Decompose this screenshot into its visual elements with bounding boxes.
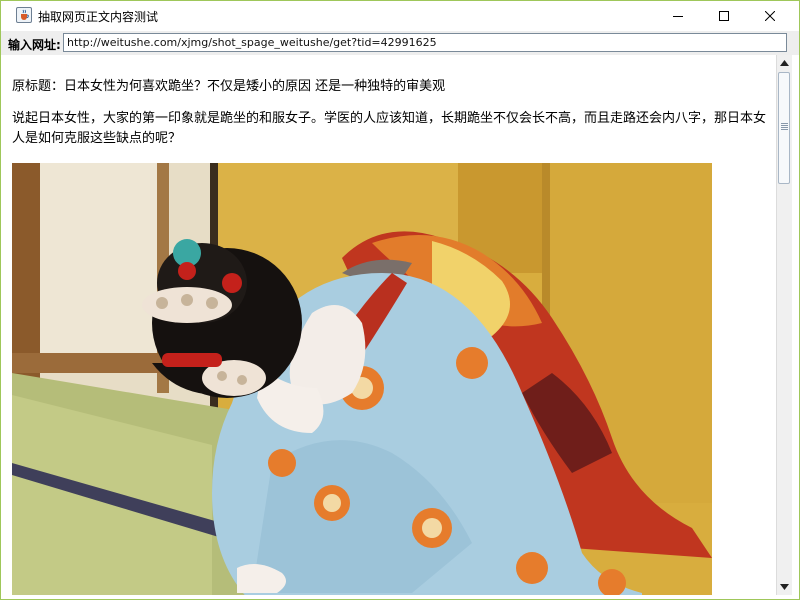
java-cup-icon xyxy=(16,7,32,23)
scroll-down-button[interactable] xyxy=(777,580,792,595)
scroll-grip xyxy=(781,123,788,131)
maximize-icon xyxy=(719,11,729,21)
article-body: 说起日本女性，大家的第一印象就是跪坐的和服女子。学医的人应该知道，长期跪坐不仅会… xyxy=(12,111,767,146)
scroll-thumb[interactable] xyxy=(778,72,790,184)
vertical-scrollbar[interactable] xyxy=(776,55,792,595)
application-window: 抽取网页正文内容测试 输入网址: 原标题：日本女性为何喜欢跪坐？不仅是矮小的原因… xyxy=(0,0,800,600)
content-pane[interactable]: 原标题：日本女性为何喜欢跪坐？不仅是矮小的原因 还是一种独特的审美观 说起日本女… xyxy=(4,55,776,595)
article-photo xyxy=(12,163,712,595)
url-toolbar: 输入网址: xyxy=(1,31,799,55)
article-title: 原标题：日本女性为何喜欢跪坐？不仅是矮小的原因 还是一种独特的审美观 xyxy=(12,79,446,94)
scroll-up-button[interactable] xyxy=(777,56,792,71)
close-icon xyxy=(765,11,775,21)
url-input[interactable] xyxy=(63,33,787,52)
arrow-down-icon xyxy=(780,584,789,590)
window-title: 抽取网页正文内容测试 xyxy=(38,10,159,24)
photo-geisha-bowing xyxy=(12,163,712,595)
url-label: 输入网址: xyxy=(8,38,61,52)
arrow-up-icon xyxy=(780,60,789,66)
minimize-icon xyxy=(673,16,683,17)
close-button[interactable] xyxy=(747,1,793,31)
maximize-button[interactable] xyxy=(701,1,747,31)
minimize-button[interactable] xyxy=(655,1,701,31)
title-bar[interactable]: 抽取网页正文内容测试 xyxy=(1,1,799,31)
